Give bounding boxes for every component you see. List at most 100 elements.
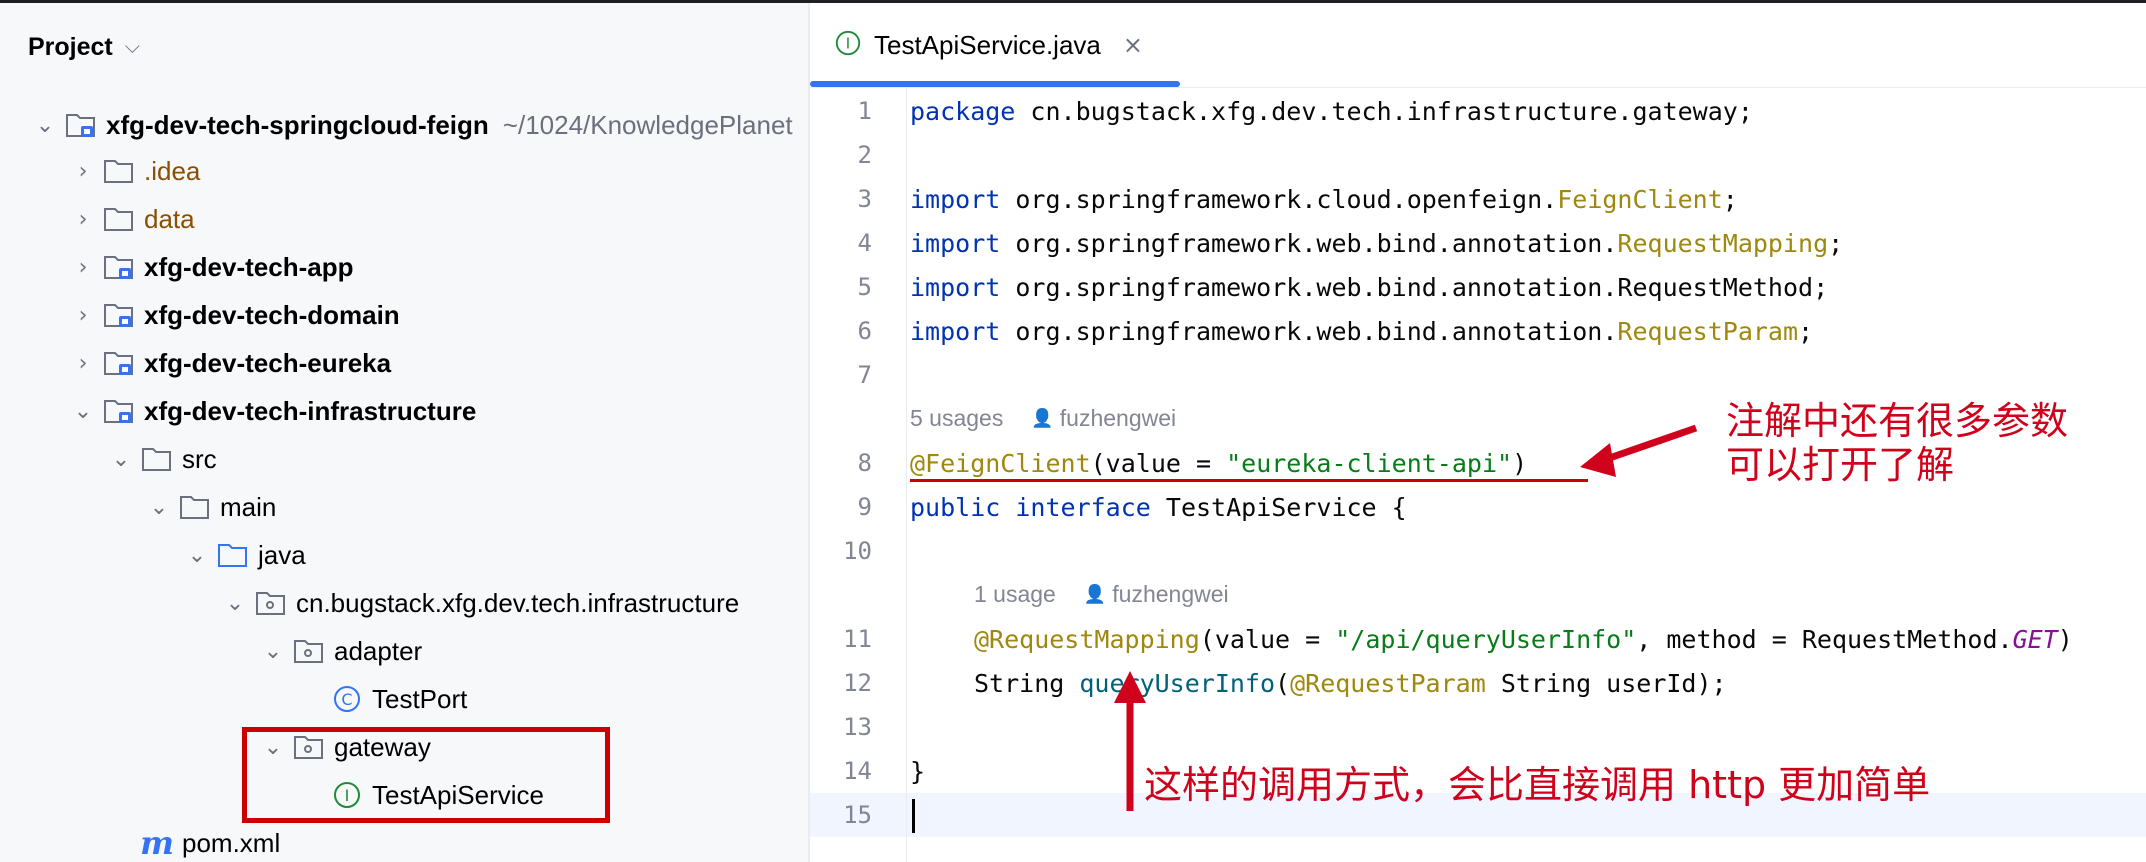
module-folder-icon — [102, 252, 136, 282]
line-number: 13 — [843, 713, 872, 741]
line-number: 6 — [857, 317, 872, 345]
editor-tab-bar: I TestApiService.java × — [810, 3, 2146, 88]
chevron-right-icon[interactable]: › — [64, 351, 102, 376]
code-vision-hint[interactable]: 5 usages 👤 fuzhengwei — [910, 405, 1176, 432]
tree-item-idea[interactable]: › .idea — [64, 147, 201, 195]
author-name[interactable]: fuzhengwei — [1112, 581, 1228, 608]
tree-item-package-root[interactable]: ⌄ cn.bugstack.xfg.dev.tech.infrastructur… — [216, 579, 739, 627]
code-text: ; — [1722, 185, 1738, 214]
project-view-selector[interactable]: Project ⌵ — [28, 29, 140, 65]
code-line-11[interactable]: @RequestMapping(value = "/api/queryUserI… — [974, 625, 2073, 654]
code-line-6[interactable]: import org.springframework.web.bind.anno… — [910, 317, 1813, 346]
tree-item-src[interactable]: ⌄ src — [102, 435, 217, 483]
chevron-down-icon[interactable]: ⌄ — [26, 113, 64, 138]
code-line-12[interactable]: String queryUserInfo(@RequestParam Strin… — [974, 669, 1727, 698]
module-folder-icon — [102, 396, 136, 426]
tree-item-adapter[interactable]: ⌄ adapter — [254, 627, 422, 675]
code-text: ; — [1828, 229, 1844, 258]
package-icon — [254, 588, 288, 618]
author-name[interactable]: fuzhengwei — [1060, 405, 1176, 432]
code-text: (value = — [1199, 625, 1336, 654]
package-icon — [292, 636, 326, 666]
line-number: 9 — [857, 493, 872, 521]
tree-item-label: xfg-dev-tech-infrastructure — [144, 395, 477, 426]
code-text: cn.bugstack.xfg.dev.tech.infrastructure.… — [1015, 97, 1753, 126]
usages-count[interactable]: 5 usages — [910, 405, 1003, 432]
tree-item-eureka-module[interactable]: › xfg-dev-tech-eureka — [64, 339, 391, 387]
code-text: String userId); — [1485, 669, 1727, 698]
code-text: ) — [1512, 449, 1528, 478]
tree-item-infrastructure-module[interactable]: ⌄ xfg-dev-tech-infrastructure — [64, 387, 477, 435]
svg-text:C: C — [341, 690, 352, 709]
tree-item-label: xfg-dev-tech-eureka — [144, 347, 392, 378]
code-line-9[interactable]: public interface TestApiService { — [910, 493, 1407, 522]
tree-item-domain-module[interactable]: › xfg-dev-tech-domain — [64, 291, 400, 339]
class-icon: C — [330, 684, 364, 714]
close-icon[interactable]: × — [1123, 31, 1143, 59]
tree-item-data[interactable]: › data — [64, 195, 195, 243]
person-icon: 👤 — [1083, 584, 1107, 604]
code-line-5[interactable]: import org.springframework.web.bind.anno… — [910, 273, 1828, 302]
tree-item-label: main — [220, 491, 277, 522]
annotation: @FeignClient — [910, 449, 1091, 478]
code-text: org.springframework.web.bind.annotation. — [1000, 229, 1618, 258]
note-line: 注解中还有很多参数 — [1726, 399, 2069, 443]
interface-icon: I — [834, 29, 862, 62]
code-line-3[interactable]: import org.springframework.cloud.openfei… — [910, 185, 1738, 214]
keyword: package — [910, 97, 1016, 126]
code-text: org.springframework.web.bind.annotation.… — [1000, 273, 1829, 302]
tree-item-label: pom.xml — [182, 827, 281, 858]
line-number: 3 — [857, 185, 872, 213]
code-line-8[interactable]: @FeignClient(value = "eureka-client-api"… — [910, 449, 1527, 478]
annotation: @RequestMapping — [974, 625, 1200, 654]
module-folder-icon — [64, 110, 98, 140]
code-vision-hint[interactable]: 1 usage 👤 fuzhengwei — [974, 581, 1229, 608]
chevron-right-icon[interactable]: › — [64, 159, 102, 184]
usages-count[interactable]: 1 usage — [974, 581, 1056, 608]
module-folder-icon — [102, 348, 136, 378]
chevron-down-icon[interactable]: ⌄ — [64, 399, 102, 424]
chevron-down-icon[interactable]: ⌄ — [216, 591, 254, 616]
keyword: import — [910, 273, 1001, 302]
folder-icon — [102, 204, 136, 234]
line-number: 15 — [843, 801, 872, 829]
keyword: public — [910, 493, 1001, 522]
chevron-down-icon[interactable]: ⌄ — [140, 495, 178, 520]
tree-item-label: .idea — [144, 155, 201, 186]
tree-item-pom[interactable]: m pom.xml — [102, 819, 280, 862]
code-text: TestApiService { — [1150, 493, 1407, 522]
code-editor[interactable]: I TestApiService.java × 1 2 3 4 5 6 7 8 … — [810, 3, 2146, 862]
tree-item-label: data — [144, 203, 195, 234]
annotation-underline — [910, 479, 1588, 482]
line-number: 14 — [843, 757, 872, 785]
code-line-14[interactable]: } — [910, 757, 925, 786]
chevron-right-icon[interactable]: › — [64, 303, 102, 328]
chevron-down-icon[interactable]: ⌄ — [102, 447, 140, 472]
tree-item-testport[interactable]: C TestPort — [292, 675, 467, 723]
chevron-right-icon[interactable]: › — [64, 207, 102, 232]
line-number: 2 — [857, 141, 872, 169]
class-reference: RequestParam — [1617, 317, 1799, 346]
code-text: (value = — [1090, 449, 1227, 478]
chevron-down-icon[interactable]: ⌄ — [254, 639, 292, 664]
tab-label: TestApiService.java — [874, 29, 1101, 60]
code-line-4[interactable]: import org.springframework.web.bind.anno… — [910, 229, 1843, 258]
tab-testapiservice[interactable]: I TestApiService.java × — [810, 3, 1180, 87]
code-text: org.springframework.cloud.openfeign. — [1000, 185, 1558, 214]
code-text: String — [974, 669, 1080, 698]
code-text: ( — [1275, 669, 1291, 698]
tree-item-root-module[interactable]: ⌄ xfg-dev-tech-springcloud-feign ~/1024/… — [26, 101, 793, 149]
tree-item-main[interactable]: ⌄ main — [140, 483, 277, 531]
module-folder-icon — [102, 300, 136, 330]
code-line-1[interactable]: package cn.bugstack.xfg.dev.tech.infrast… — [910, 97, 1753, 126]
tree-item-java[interactable]: ⌄ java — [178, 531, 306, 579]
tree-item-label: xfg-dev-tech-app — [144, 251, 354, 282]
folder-icon — [102, 156, 136, 186]
maven-icon: m — [140, 824, 174, 862]
line-number: 8 — [857, 449, 872, 477]
annotation-note-simpler: 这样的调用方式，会比直接调用 http 更加简单 — [1144, 763, 1931, 807]
tree-item-app-module[interactable]: › xfg-dev-tech-app — [64, 243, 354, 291]
chevron-down-icon[interactable]: ⌄ — [178, 543, 216, 568]
person-icon: 👤 — [1031, 408, 1054, 428]
chevron-right-icon[interactable]: › — [64, 255, 102, 280]
